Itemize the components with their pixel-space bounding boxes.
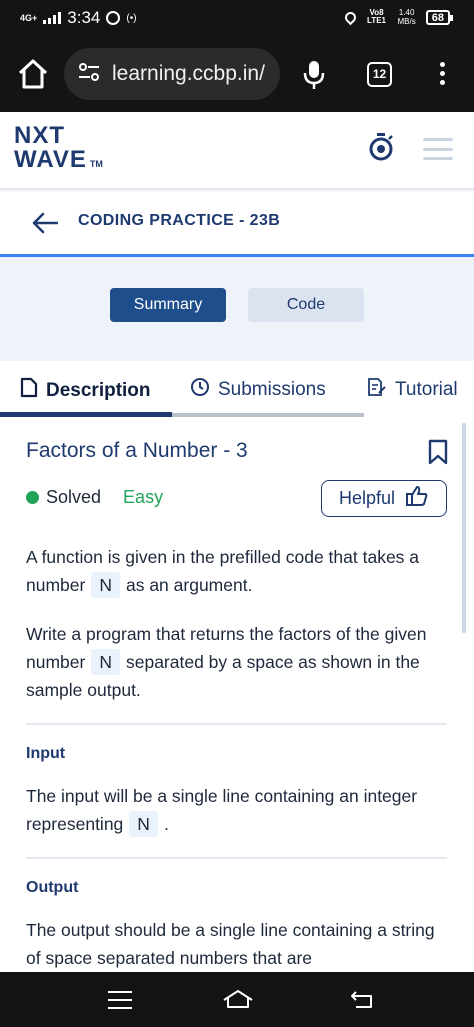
signal-icon bbox=[43, 12, 62, 24]
description-paragraph-1: A function is given in the prefilled cod… bbox=[26, 543, 446, 599]
code-chip-n: N bbox=[129, 811, 158, 837]
section-divider bbox=[26, 857, 447, 859]
volte-indicator: Vo8 LTE1 bbox=[367, 8, 386, 25]
speed-unit: MB/s bbox=[397, 17, 416, 26]
helpful-button[interactable]: Helpful bbox=[321, 480, 447, 517]
bookmark-icon[interactable] bbox=[428, 439, 448, 465]
microphone-icon[interactable] bbox=[302, 56, 326, 92]
battery-icon: 68 bbox=[425, 9, 454, 25]
input-heading: Input bbox=[26, 745, 66, 762]
problem-title: Factors of a Number - 3 bbox=[26, 439, 248, 462]
page-title: CODING PRACTICE - 23B bbox=[78, 212, 281, 229]
logo-line1: NXT bbox=[14, 122, 65, 149]
problem-status-row: Solved Easy bbox=[26, 487, 163, 508]
browser-home-icon[interactable] bbox=[16, 56, 50, 92]
logo-tm: TM bbox=[89, 159, 103, 169]
url-text[interactable]: learning.ccbp.in/ bbox=[112, 62, 280, 86]
tab-tutorial[interactable]: Tutorial bbox=[367, 377, 458, 403]
code-chip-n: N bbox=[91, 649, 120, 675]
document-icon bbox=[20, 377, 38, 404]
input-description: The input will be a single line containi… bbox=[26, 782, 446, 838]
problem-description: Factors of a Number - 3 Solved Easy Help… bbox=[0, 417, 474, 972]
section-divider bbox=[26, 723, 447, 725]
input-text-b: . bbox=[163, 814, 169, 834]
tab-submissions[interactable]: Submissions bbox=[190, 377, 326, 403]
network-type: 4G+ bbox=[20, 12, 38, 23]
output-heading: Output bbox=[26, 879, 79, 896]
thumbs-up-icon bbox=[405, 484, 429, 513]
location-icon bbox=[342, 9, 358, 25]
hotspot-icon: (•) bbox=[126, 12, 137, 24]
solved-status: Solved bbox=[46, 487, 102, 507]
home-icon[interactable] bbox=[222, 988, 254, 1010]
solved-status-dot bbox=[26, 491, 39, 504]
browser-menu-icon[interactable] bbox=[432, 58, 452, 90]
code-button[interactable]: Code bbox=[248, 288, 364, 322]
app-header: NXT WAVE TM bbox=[0, 112, 474, 190]
tab-description-label: Description bbox=[46, 379, 151, 401]
para1-text-b: as an argument. bbox=[125, 575, 253, 595]
code-chip-n: N bbox=[91, 572, 120, 598]
input-text-a: The input will be a single line containi… bbox=[26, 786, 418, 834]
clock-icon bbox=[190, 377, 210, 403]
page-header: CODING PRACTICE - 23B bbox=[0, 192, 474, 254]
tab-switcher-button[interactable]: 12 bbox=[367, 62, 392, 87]
status-bar: 4G+ 3:34 (•) Vo8 LTE1 1.40 MB/s 68 bbox=[0, 0, 474, 40]
hamburger-menu-icon[interactable] bbox=[423, 138, 453, 160]
view-toggle: Summary Code bbox=[0, 257, 474, 361]
tab-tutorial-label: Tutorial bbox=[395, 379, 458, 400]
whatsapp-icon bbox=[106, 11, 121, 25]
difficulty-badge: Easy bbox=[123, 487, 164, 507]
back-icon[interactable] bbox=[350, 988, 374, 1010]
address-bar[interactable]: learning.ccbp.in/ bbox=[64, 48, 280, 100]
status-time: 3:34 bbox=[67, 8, 101, 27]
stopwatch-icon[interactable] bbox=[368, 132, 394, 162]
scrollbar[interactable] bbox=[462, 423, 466, 633]
logo-line2: WAVE bbox=[14, 146, 87, 173]
tab-submissions-label: Submissions bbox=[218, 379, 326, 400]
nxtwave-logo[interactable]: NXT WAVE TM bbox=[14, 124, 103, 176]
summary-button[interactable]: Summary bbox=[110, 288, 226, 322]
tab-description[interactable]: Description bbox=[20, 377, 151, 404]
system-navigation-bar bbox=[0, 972, 474, 1027]
recents-icon[interactable] bbox=[108, 991, 132, 1009]
back-arrow-icon[interactable] bbox=[32, 212, 59, 234]
speed-value: 1.40 bbox=[398, 8, 415, 17]
helpful-label: Helpful bbox=[338, 488, 396, 508]
output-description: The output should be a single line conta… bbox=[26, 920, 435, 968]
browser-toolbar: learning.ccbp.in/ 12 bbox=[0, 40, 474, 112]
network-speed: 1.40 MB/s bbox=[398, 8, 416, 26]
description-paragraph-2: Write a program that returns the factors… bbox=[26, 620, 446, 704]
edit-document-icon bbox=[367, 377, 387, 403]
tab-strip: Description Submissions Tutorial bbox=[0, 361, 474, 417]
site-settings-icon[interactable] bbox=[78, 62, 100, 87]
